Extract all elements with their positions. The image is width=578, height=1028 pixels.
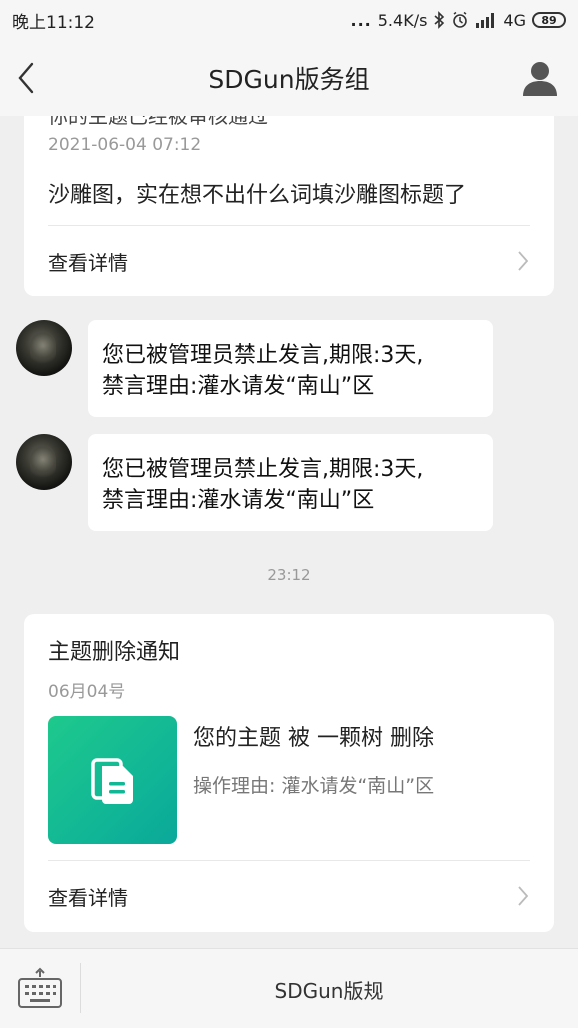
signal-icon	[476, 13, 495, 28]
chevron-right-icon	[518, 251, 529, 271]
keyboard-icon[interactable]	[16, 967, 64, 1011]
notification-card-approved[interactable]: 你的主题已经被审核通过 2021-06-04 07:12 沙雕图，实在想不出什么…	[24, 90, 554, 296]
notification-card-deleted[interactable]: 主题删除通知 06月04号 您的主题 被 一颗树 删除 操作理由: 灌水请发“南…	[24, 614, 554, 932]
card-reason: 操作理由: 灌水请发“南山”区	[193, 775, 435, 797]
view-details-label: 查看详情	[48, 250, 128, 275]
divider	[48, 860, 530, 861]
avatar[interactable]	[16, 434, 72, 490]
view-details-link[interactable]: 查看详情	[48, 876, 530, 916]
menu-rules-button[interactable]: SDGun版规	[80, 949, 578, 1028]
card-title: 主题删除通知	[48, 640, 181, 665]
view-details-link[interactable]: 查看详情	[48, 241, 530, 281]
message-line: 您已被管理员禁止发言,期限:3天,	[102, 457, 424, 482]
status-indicators: ... 5.4K/s 4G 89	[351, 11, 566, 30]
chevron-right-icon	[518, 886, 529, 906]
message-line: 禁言理由:灌水请发“南山”区	[102, 374, 375, 399]
document-icon	[90, 758, 133, 804]
card-body: 沙雕图，实在想不出什么词填沙雕图标题了	[48, 183, 467, 208]
status-time: 晚上11:12	[12, 12, 95, 33]
divider	[48, 225, 530, 226]
chevron-left-icon[interactable]	[14, 58, 40, 98]
chat-header: SDGun版务组	[0, 40, 578, 116]
avatar[interactable]	[16, 320, 72, 376]
alarm-icon	[453, 11, 468, 28]
bluetooth-icon	[434, 11, 445, 29]
status-dots: ...	[350, 10, 372, 30]
card-date: 2021-06-04 07:12	[48, 135, 202, 155]
message-bubble[interactable]: 您已被管理员禁止发言,期限:3天, 禁言理由:灌水请发“南山”区	[88, 320, 493, 417]
view-details-label: 查看详情	[48, 885, 128, 910]
bottom-menu-bar: SDGun版规	[0, 948, 578, 1028]
message-timestamp: 23:12	[267, 566, 311, 584]
person-icon[interactable]	[520, 58, 560, 98]
status-bar: 晚上11:12 ... 5.4K/s 4G 89	[0, 0, 578, 40]
page-title: SDGun版务组	[208, 65, 370, 94]
battery-indicator: 89	[532, 12, 566, 28]
card-thumbnail	[48, 716, 177, 844]
card-summary: 您的主题 被 一颗树 删除	[193, 726, 434, 751]
card-date: 06月04号	[48, 682, 126, 702]
network-type: 4G	[503, 10, 526, 30]
net-speed: 5.4K/s	[377, 10, 428, 30]
message-bubble[interactable]: 您已被管理员禁止发言,期限:3天, 禁言理由:灌水请发“南山”区	[88, 434, 493, 531]
message-line: 禁言理由:灌水请发“南山”区	[102, 488, 375, 513]
message-line: 您已被管理员禁止发言,期限:3天,	[102, 343, 424, 368]
